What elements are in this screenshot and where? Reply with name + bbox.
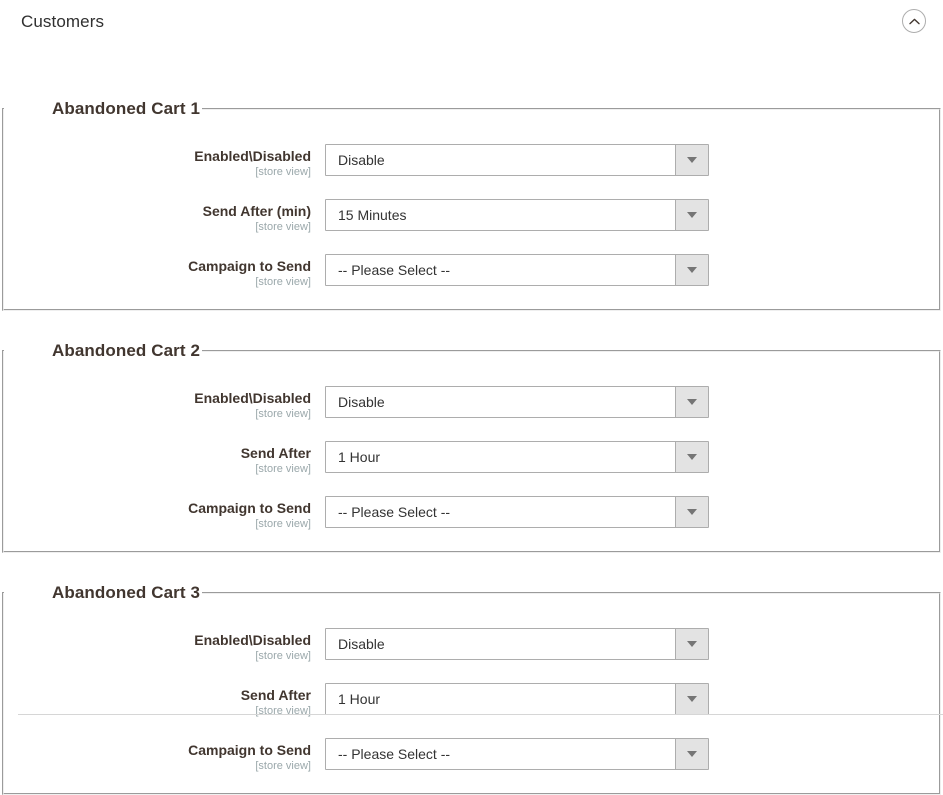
select-selected-value: 15 Minutes (338, 200, 406, 230)
select-display[interactable]: Disable (325, 144, 709, 176)
field-row-enabled-disabled: Enabled\Disabled [store view] Disable (4, 144, 939, 199)
page-title: Customers (21, 13, 104, 30)
select-display[interactable]: Disable (325, 628, 709, 660)
field-row-enabled-disabled: Enabled\Disabled [store view] Disable (4, 628, 939, 683)
field-scope-note: [store view] (4, 275, 311, 289)
field-label-col: Enabled\Disabled [store view] (4, 144, 311, 179)
field-scope-note: [store view] (4, 220, 311, 234)
select-selected-value: Disable (338, 629, 385, 659)
field-scope-note: [store view] (4, 462, 311, 476)
select-enabled-disabled-3[interactable]: Disable (325, 628, 709, 660)
config-body: Abandoned Cart 1 Enabled\Disabled [store… (0, 42, 943, 795)
select-display[interactable]: 15 Minutes (325, 199, 709, 231)
chevron-down-icon[interactable] (675, 629, 708, 659)
select-campaign-to-send-3[interactable]: -- Please Select -- (325, 738, 709, 770)
field-row-campaign-to-send: Campaign to Send [store view] -- Please … (4, 254, 939, 309)
field-label: Send After (4, 445, 311, 462)
select-display[interactable]: -- Please Select -- (325, 496, 709, 528)
select-campaign-to-send-1[interactable]: -- Please Select -- (325, 254, 709, 286)
field-control-col: 15 Minutes (311, 199, 939, 231)
field-scope-note: [store view] (4, 759, 311, 773)
field-scope-note: [store view] (4, 165, 311, 179)
field-label: Campaign to Send (4, 742, 311, 759)
select-selected-value: -- Please Select -- (338, 497, 450, 527)
fieldset-legend: Abandoned Cart 1 (4, 100, 202, 117)
field-label: Enabled\Disabled (4, 632, 311, 649)
field-control-col: -- Please Select -- (311, 254, 939, 286)
field-row-send-after: Send After [store view] 1 Hour (4, 441, 939, 496)
spacer (0, 311, 943, 342)
spacer (4, 359, 939, 386)
select-display[interactable]: 1 Hour (325, 683, 709, 715)
select-enabled-disabled-2[interactable]: Disable (325, 386, 709, 418)
field-scope-note: [store view] (4, 704, 311, 718)
field-scope-note: [store view] (4, 517, 311, 531)
field-control-col: 1 Hour (311, 683, 939, 715)
collapse-toggle-button[interactable] (902, 9, 926, 33)
fieldset-abandoned-cart-3: Abandoned Cart 3 Enabled\Disabled [store… (2, 584, 941, 795)
field-label: Campaign to Send (4, 500, 311, 517)
select-send-after-3[interactable]: 1 Hour (325, 683, 709, 715)
chevron-down-icon[interactable] (675, 684, 708, 714)
field-row-enabled-disabled: Enabled\Disabled [store view] Disable (4, 386, 939, 441)
select-selected-value: 1 Hour (338, 442, 380, 472)
field-control-col: Disable (311, 144, 939, 176)
section-header[interactable]: Customers (0, 0, 943, 42)
select-selected-value: 1 Hour (338, 684, 380, 714)
field-label-col: Send After [store view] (4, 441, 311, 476)
select-selected-value: -- Please Select -- (338, 739, 450, 769)
spacer (4, 117, 939, 144)
select-campaign-to-send-2[interactable]: -- Please Select -- (325, 496, 709, 528)
field-label-col: Send After [store view] (4, 683, 311, 718)
chevron-down-icon[interactable] (675, 387, 708, 417)
field-control-col: -- Please Select -- (311, 738, 939, 770)
chevron-down-icon[interactable] (675, 255, 708, 285)
field-control-col: 1 Hour (311, 441, 939, 473)
select-selected-value: -- Please Select -- (338, 255, 450, 285)
select-display[interactable]: -- Please Select -- (325, 738, 709, 770)
field-label-col: Campaign to Send [store view] (4, 496, 311, 531)
select-enabled-disabled-1[interactable]: Disable (325, 144, 709, 176)
spacer (0, 553, 943, 584)
field-label-col: Send After (min) [store view] (4, 199, 311, 234)
chevron-down-icon[interactable] (675, 442, 708, 472)
select-display[interactable]: -- Please Select -- (325, 254, 709, 286)
field-control-col: -- Please Select -- (311, 496, 939, 528)
field-control-col: Disable (311, 386, 939, 418)
field-label: Send After (min) (4, 203, 311, 220)
fieldset-legend: Abandoned Cart 2 (4, 342, 202, 359)
field-label: Enabled\Disabled (4, 390, 311, 407)
field-label-col: Campaign to Send [store view] (4, 738, 311, 773)
select-selected-value: Disable (338, 145, 385, 175)
field-label-col: Campaign to Send [store view] (4, 254, 311, 289)
fieldset-abandoned-cart-2: Abandoned Cart 2 Enabled\Disabled [store… (2, 342, 941, 553)
field-row-send-after: Send After [store view] 1 Hour (4, 683, 939, 738)
field-label-col: Enabled\Disabled [store view] (4, 628, 311, 663)
field-label-col: Enabled\Disabled [store view] (4, 386, 311, 421)
chevron-down-icon[interactable] (675, 739, 708, 769)
field-scope-note: [store view] (4, 649, 311, 663)
fieldset-abandoned-cart-1: Abandoned Cart 1 Enabled\Disabled [store… (2, 100, 941, 311)
chevron-down-icon[interactable] (675, 145, 708, 175)
fieldset-legend: Abandoned Cart 3 (4, 584, 202, 601)
field-label: Send After (4, 687, 311, 704)
field-row-campaign-to-send: Campaign to Send [store view] -- Please … (4, 738, 939, 793)
field-label: Campaign to Send (4, 258, 311, 275)
field-row-send-after: Send After (min) [store view] 15 Minutes (4, 199, 939, 254)
section-divider (18, 714, 943, 715)
spacer (0, 42, 943, 100)
select-send-after-1[interactable]: 15 Minutes (325, 199, 709, 231)
field-row-campaign-to-send: Campaign to Send [store view] -- Please … (4, 496, 939, 551)
chevron-down-icon[interactable] (675, 200, 708, 230)
chevron-up-icon (909, 18, 920, 25)
field-scope-note: [store view] (4, 407, 311, 421)
select-send-after-2[interactable]: 1 Hour (325, 441, 709, 473)
field-label: Enabled\Disabled (4, 148, 311, 165)
select-selected-value: Disable (338, 387, 385, 417)
select-display[interactable]: 1 Hour (325, 441, 709, 473)
select-display[interactable]: Disable (325, 386, 709, 418)
field-control-col: Disable (311, 628, 939, 660)
chevron-down-icon[interactable] (675, 497, 708, 527)
spacer (4, 601, 939, 628)
